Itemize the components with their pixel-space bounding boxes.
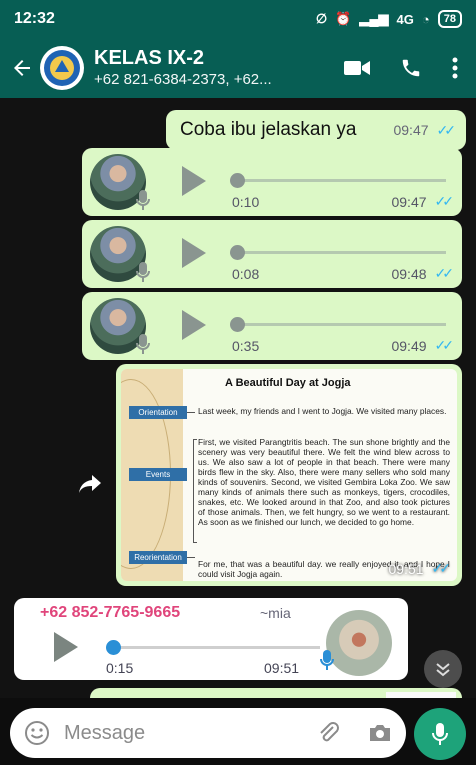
message-time: 09:51 <box>388 560 424 577</box>
chat-title-block[interactable]: KELAS IX-2 +62 821-6384-2373, +62... <box>94 46 304 90</box>
message-time: 09:47 <box>391 193 427 210</box>
scroll-to-bottom-button[interactable] <box>424 650 462 688</box>
back-button[interactable] <box>4 38 40 98</box>
voice-call-button[interactable] <box>400 57 422 79</box>
camera-icon[interactable] <box>368 723 392 743</box>
play-button[interactable] <box>54 632 78 662</box>
mic-icon <box>136 190 150 210</box>
read-receipt-icon: ✓✓ <box>434 337 455 353</box>
message-time: 09:48 <box>391 265 427 282</box>
mic-icon <box>136 262 150 282</box>
chat-area[interactable]: Coba ibu jelaskan ya 09:47 ✓✓ 0:10 09:47… <box>0 98 476 698</box>
audio-scrubber[interactable] <box>230 173 245 188</box>
message-input-container[interactable] <box>10 708 406 758</box>
group-avatar[interactable] <box>40 46 84 90</box>
voice-duration: 0:08 <box>232 266 260 282</box>
audio-track[interactable] <box>234 179 446 182</box>
status-icons: ∅ ⏰ ▂▄▆ 4G ◔ 78 <box>316 10 462 28</box>
image-message[interactable]: A Beautiful Day at Jogja Orientation Las… <box>116 364 462 586</box>
read-receipt-icon: ✓✓ <box>436 121 457 138</box>
message-text: Coba ibu jelaskan ya <box>180 119 357 140</box>
chat-title: KELAS IX-2 <box>94 47 205 69</box>
play-button[interactable] <box>182 238 206 268</box>
audio-scrubber[interactable] <box>230 245 245 260</box>
status-time: 12:32 <box>14 10 55 27</box>
forward-icon <box>79 475 101 493</box>
play-button[interactable] <box>182 166 206 196</box>
arrow-left-icon <box>14 60 30 76</box>
mic-icon <box>320 650 334 670</box>
audio-scrubber[interactable] <box>230 317 245 332</box>
network-type: 4G <box>396 11 414 27</box>
document-paragraph-events: First, we visited Parangtritis beach. Th… <box>198 437 450 527</box>
forward-button[interactable] <box>74 468 106 500</box>
outgoing-text-message[interactable]: Coba ibu jelaskan ya 09:47 ✓✓ <box>166 110 466 150</box>
record-voice-button[interactable] <box>414 708 466 760</box>
structure-tag-reorientation: Reorientation <box>129 551 187 564</box>
voice-message[interactable]: 0:10 09:47 ✓✓ <box>82 148 462 216</box>
read-receipt-icon: ✓✓ <box>434 193 455 209</box>
connector-line <box>187 412 195 413</box>
video-camera-icon <box>344 61 370 75</box>
sender-phone[interactable]: +62 852-7765-9665 <box>40 604 180 622</box>
voice-duration: 0:35 <box>232 338 260 354</box>
document-title: A Beautiful Day at Jogja <box>225 377 351 389</box>
structure-tag-orientation: Orientation <box>129 406 187 419</box>
alarm-icon: ⏰ <box>335 11 352 26</box>
wifi-icon: ◔ <box>421 11 430 27</box>
attach-icon[interactable] <box>318 721 340 745</box>
chat-header: KELAS IX-2 +62 821-6384-2373, +62... <box>0 38 476 98</box>
connector-line <box>187 557 195 558</box>
audio-track[interactable] <box>234 251 446 254</box>
signal-icon: ▂▄▆ <box>359 11 389 26</box>
video-call-button[interactable] <box>344 59 370 77</box>
mic-icon <box>136 334 150 354</box>
emoji-icon[interactable] <box>24 720 50 746</box>
battery-icon: 78 <box>437 10 462 28</box>
school-emblem-icon <box>44 50 80 86</box>
sender-avatar[interactable] <box>326 610 392 676</box>
document-paragraph-orientation: Last week, my friends and I went to Jogj… <box>198 406 447 416</box>
voice-duration: 0:10 <box>232 194 260 210</box>
shared-document-image[interactable]: A Beautiful Day at Jogja Orientation Las… <box>121 369 457 581</box>
audio-scrubber[interactable] <box>106 640 121 655</box>
message-time: 09:49 <box>391 337 427 354</box>
play-button[interactable] <box>182 310 206 340</box>
composer <box>0 698 476 765</box>
phone-icon <box>402 59 420 77</box>
partial-message-bubble[interactable] <box>90 688 462 698</box>
read-receipt-icon: ✓✓ <box>431 560 452 576</box>
chat-participants: +62 821-6384-2373, +62... <box>94 71 272 88</box>
audio-track[interactable] <box>234 323 446 326</box>
voice-message[interactable]: 0:35 09:49 ✓✓ <box>82 292 462 360</box>
mute-icon: ∅ <box>315 11 328 26</box>
more-vert-icon <box>452 57 458 79</box>
status-bar: 12:32 ∅ ⏰ ▂▄▆ 4G ◔ 78 <box>0 0 476 38</box>
structure-tag-events: Events <box>129 468 187 481</box>
message-time: 09:47 <box>393 122 429 138</box>
mic-icon <box>432 723 448 745</box>
message-time: 09:51 <box>264 660 300 676</box>
events-bracket <box>193 439 197 543</box>
double-chevron-down-icon <box>436 663 450 677</box>
audio-track[interactable] <box>110 646 320 649</box>
more-options-button[interactable] <box>452 57 458 79</box>
voice-duration: 0:15 <box>106 660 134 676</box>
read-receipt-icon: ✓✓ <box>434 265 455 281</box>
sender-alias: ~mia <box>260 605 291 621</box>
incoming-voice-message[interactable]: +62 852-7765-9665 ~mia 0:15 09:51 <box>14 598 408 680</box>
message-input[interactable] <box>64 721 254 745</box>
voice-message[interactable]: 0:08 09:48 ✓✓ <box>82 220 462 288</box>
